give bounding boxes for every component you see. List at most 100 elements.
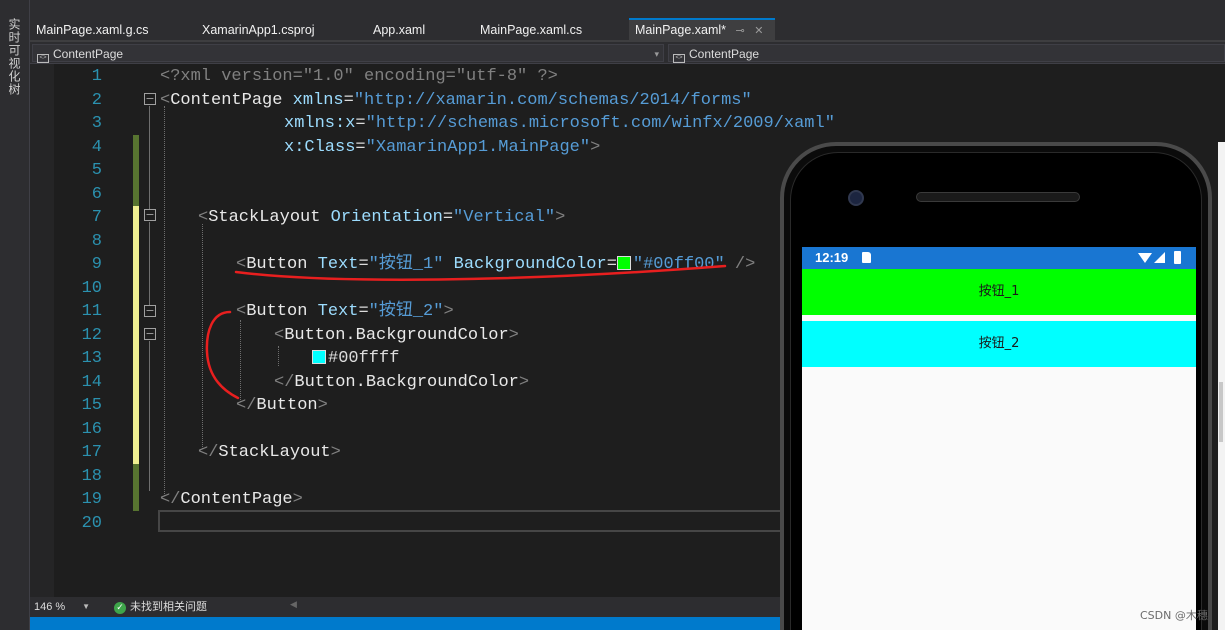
change-marker	[133, 252, 139, 276]
change-marker	[133, 393, 139, 417]
code-line-4: x:Class="XamarinApp1.MainPage">	[284, 137, 601, 157]
tag-name: Button.BackgroundColor	[284, 325, 509, 345]
live-visual-tree-tab[interactable]: 实时可视化树	[6, 18, 23, 96]
tabbar-top-strip	[30, 0, 1225, 6]
change-marker	[133, 464, 139, 488]
tab-xamarinapp1-csproj[interactable]: XamarinApp1.csproj	[196, 18, 321, 42]
code-line-1: <?xml version="1.0" encoding="utf-8" ?>	[160, 65, 558, 89]
battery-icon	[1174, 251, 1181, 264]
issues-label: 未找到相关问题	[130, 601, 207, 613]
pin-icon[interactable]: ⊸	[736, 25, 745, 37]
code-line-13: #00ffff	[312, 347, 399, 371]
change-marker	[133, 229, 139, 253]
attr-value: "按钮_2"	[368, 302, 444, 321]
line-number: 8	[91, 231, 102, 251]
change-marker	[133, 487, 139, 511]
change-marker	[133, 299, 139, 323]
line-number: 9	[91, 255, 102, 274]
attr-name: Text	[317, 302, 359, 321]
tab-app-xaml[interactable]: App.xaml	[367, 18, 431, 42]
tag-name: ContentPage	[180, 490, 293, 509]
color-swatch-cyan[interactable]	[312, 350, 326, 364]
code-line-11: <Button Text="按钮_2">	[236, 302, 454, 321]
tab-mainpage-xaml-cs[interactable]: MainPage.xaml.cs	[474, 18, 588, 42]
scrollbar-thumb[interactable]	[1219, 382, 1223, 442]
line-number: 20	[81, 513, 102, 533]
camera-icon	[848, 190, 864, 206]
tag-name: Button.BackgroundColor	[294, 372, 519, 392]
scope-dropdown-label: ContentPage	[689, 47, 760, 61]
collapse-icon[interactable]: −	[144, 328, 156, 340]
attr-value: "http://schemas.microsoft.com/winfx/2009…	[365, 114, 835, 133]
line-number: 7	[91, 208, 102, 227]
tag-name: Button	[246, 302, 308, 321]
ide-status-bar	[30, 617, 790, 630]
line-number: 16	[81, 419, 102, 439]
fold-line	[149, 341, 150, 491]
attr-name: xmlns	[292, 90, 344, 110]
line-number: 13	[81, 349, 102, 368]
editor-status-bar: 146 % ▼ ✓ 未找到相关问题 ◀	[30, 597, 790, 617]
tab-label: MainPage.xaml.cs	[480, 23, 583, 37]
change-marker	[133, 417, 139, 441]
fold-line	[149, 106, 150, 209]
tag-name: StackLayout	[218, 443, 331, 462]
line-number: 3	[91, 114, 102, 133]
tab-mainpage-g-cs[interactable]: MainPage.xaml.g.cs	[30, 18, 155, 42]
change-marker	[133, 158, 139, 182]
tab-mainpage-xaml[interactable]: MainPage.xaml* ⊸ ✕	[629, 18, 775, 42]
tab-label: XamarinApp1.csproj	[202, 23, 315, 37]
scope-dropdown-right[interactable]: <> ContentPage	[668, 44, 1225, 63]
attr-value: "#00ff00"	[632, 255, 725, 274]
document-tab-bar: MainPage.xaml.g.cs XamarinApp1.csproj Ap…	[30, 0, 1225, 42]
line-number: 6	[91, 184, 102, 204]
attr-value: "http://xamarin.com/schemas/2014/forms"	[353, 90, 752, 110]
scroll-left-icon[interactable]: ◀	[290, 599, 297, 610]
indent-guide	[164, 106, 165, 496]
wifi-icon	[1138, 253, 1152, 263]
current-line-highlight	[158, 510, 790, 532]
code-line-7: <StackLayout Orientation="Vertical">	[198, 208, 566, 227]
change-marker	[133, 205, 139, 229]
zoom-label: 146 %	[34, 601, 66, 613]
change-marker	[133, 323, 139, 347]
signal-icon	[1154, 252, 1165, 263]
collapse-icon[interactable]: −	[144, 93, 156, 105]
zoom-dropdown[interactable]: 146 % ▼	[32, 599, 90, 615]
clock-time: 12:19	[815, 250, 849, 265]
line-number: 11	[81, 302, 102, 321]
code-editor[interactable]: 1 2 3 4 5 6 7 8 9 10 11 12 13 14 15 16 1…	[30, 64, 835, 597]
fold-line	[149, 222, 150, 305]
scope-dropdown-left[interactable]: <> ContentPage ▾	[32, 44, 664, 63]
chevron-down-icon: ▼	[82, 602, 90, 611]
indent-guide	[202, 224, 203, 449]
line-number: 18	[81, 466, 102, 486]
tab-label: MainPage.xaml.g.cs	[36, 23, 149, 37]
attr-name: x:Class	[284, 137, 356, 157]
attr-value: "XamarinApp1.MainPage"	[365, 137, 591, 157]
tag-name: StackLayout	[208, 208, 321, 227]
close-icon[interactable]: ✕	[754, 25, 763, 37]
collapse-icon[interactable]: −	[144, 209, 156, 221]
change-marker	[133, 276, 139, 300]
attr-name: xmlns:x	[284, 114, 356, 133]
collapse-icon[interactable]: −	[144, 305, 156, 317]
android-status-bar: 12:19	[802, 247, 1196, 269]
navigation-bar: <> ContentPage ▾ <> ContentPage	[30, 42, 1225, 64]
attr-value: "按钮_1"	[368, 255, 444, 274]
tab-label: MainPage.xaml*	[635, 23, 727, 37]
code-line-19: </ContentPage>	[160, 490, 303, 509]
issues-indicator[interactable]: ✓ 未找到相关问题	[114, 599, 207, 615]
code-line-17: </StackLayout>	[198, 443, 341, 462]
element-icon: <>	[37, 54, 49, 63]
code-line-14: </Button.BackgroundColor>	[274, 372, 530, 392]
app-button-2[interactable]: 按钮_2	[802, 321, 1196, 367]
app-button-1[interactable]: 按钮_1	[802, 269, 1196, 315]
tag-name: ContentPage	[170, 90, 283, 110]
line-number: 19	[81, 490, 102, 509]
chevron-down-icon: ▾	[654, 49, 659, 59]
code-line-3: xmlns:x="http://schemas.microsoft.com/wi…	[284, 114, 835, 133]
code-line-9: <Button Text="按钮_1" BackgroundColor= "#00…	[236, 255, 756, 274]
color-swatch-green[interactable]	[616, 256, 631, 270]
change-marker	[133, 182, 139, 206]
